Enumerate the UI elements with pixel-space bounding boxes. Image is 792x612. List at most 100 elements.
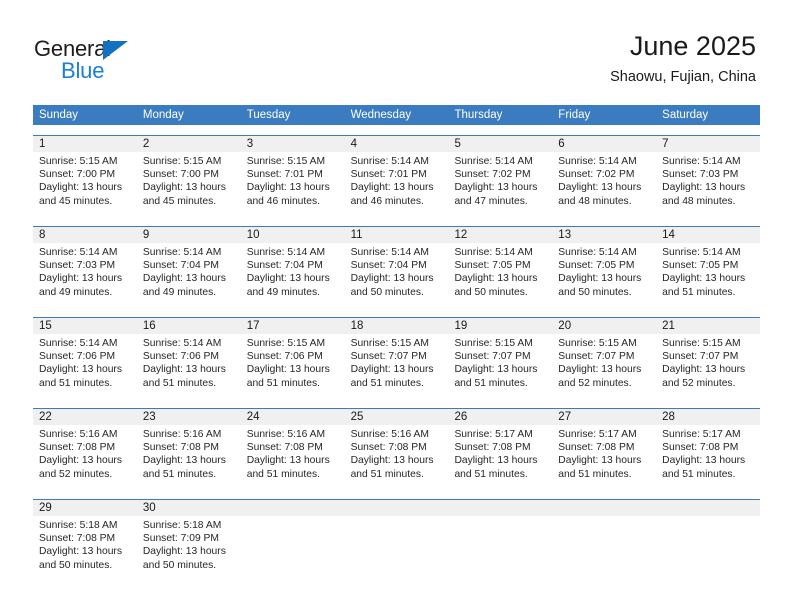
sunset-text: Sunset: 7:04 PM <box>246 260 323 272</box>
day-cell[interactable]: 7 Sunrise: 5:14 AM Sunset: 7:03 PM Dayli… <box>656 136 761 216</box>
day-cell-empty <box>656 500 761 580</box>
day-details: Sunrise: 5:17 AM Sunset: 7:08 PM Dayligh… <box>552 425 656 481</box>
sunrise-text: Sunrise: 5:15 AM <box>558 338 637 349</box>
day-number: 5 <box>448 136 553 152</box>
day-cell[interactable]: 12 Sunrise: 5:14 AM Sunset: 7:05 PM Dayl… <box>448 227 553 307</box>
day-cell[interactable]: 18 Sunrise: 5:15 AM Sunset: 7:07 PM Dayl… <box>344 318 449 398</box>
sunset-text: Sunset: 7:02 PM <box>454 169 531 181</box>
day-cell[interactable]: 13 Sunrise: 5:14 AM Sunset: 7:05 PM Dayl… <box>552 227 657 307</box>
day-cell[interactable]: 2 Sunrise: 5:15 AM Sunset: 7:00 PM Dayli… <box>136 136 241 216</box>
day-cell[interactable]: 26 Sunrise: 5:17 AM Sunset: 7:08 PM Dayl… <box>448 409 553 489</box>
day-cell[interactable]: 24 Sunrise: 5:16 AM Sunset: 7:08 PM Dayl… <box>240 409 345 489</box>
day-cell[interactable]: 17 Sunrise: 5:15 AM Sunset: 7:06 PM Dayl… <box>240 318 345 398</box>
weekday-header-tuesday: Tuesday <box>246 109 291 121</box>
day-cell[interactable]: 6 Sunrise: 5:14 AM Sunset: 7:02 PM Dayli… <box>552 136 657 216</box>
day-details: Sunrise: 5:18 AM Sunset: 7:09 PM Dayligh… <box>137 516 241 572</box>
day-number: 9 <box>136 227 241 243</box>
page-subtitle: Shaowu, Fujian, China <box>610 69 756 85</box>
daylight-text: Daylight: 13 hours and 52 minutes. <box>558 364 642 389</box>
week-row: 8 Sunrise: 5:14 AM Sunset: 7:03 PM Dayli… <box>33 226 761 307</box>
day-details: Sunrise: 5:15 AM Sunset: 7:00 PM Dayligh… <box>137 152 241 208</box>
weekday-header-saturday: Saturday <box>662 109 709 121</box>
weekday-header-row: Sunday Monday Tuesday Wednesday Thursday… <box>33 105 760 125</box>
week-row: 1 Sunrise: 5:15 AM Sunset: 7:00 PM Dayli… <box>33 135 761 216</box>
day-details: Sunrise: 5:16 AM Sunset: 7:08 PM Dayligh… <box>33 425 137 481</box>
day-cell[interactable]: 9 Sunrise: 5:14 AM Sunset: 7:04 PM Dayli… <box>136 227 241 307</box>
day-cell[interactable]: 29 Sunrise: 5:18 AM Sunset: 7:08 PM Dayl… <box>33 500 137 580</box>
day-details: Sunrise: 5:14 AM Sunset: 7:06 PM Dayligh… <box>137 334 241 390</box>
day-cell[interactable]: 27 Sunrise: 5:17 AM Sunset: 7:08 PM Dayl… <box>552 409 657 489</box>
daylight-text: Daylight: 13 hours and 51 minutes. <box>350 455 434 480</box>
sunrise-text: Sunrise: 5:15 AM <box>39 156 118 167</box>
day-cell[interactable]: 20 Sunrise: 5:15 AM Sunset: 7:07 PM Dayl… <box>552 318 657 398</box>
sunrise-text: Sunrise: 5:14 AM <box>350 247 429 258</box>
weekday-header-thursday: Thursday <box>454 109 503 121</box>
day-cell[interactable]: 4 Sunrise: 5:14 AM Sunset: 7:01 PM Dayli… <box>344 136 449 216</box>
sunrise-text: Sunrise: 5:17 AM <box>558 429 637 440</box>
day-number: 13 <box>552 227 657 243</box>
day-number: 25 <box>344 409 449 425</box>
day-details: Sunrise: 5:14 AM Sunset: 7:05 PM Dayligh… <box>448 243 552 299</box>
day-cell-empty <box>240 500 345 580</box>
sunrise-text: Sunrise: 5:15 AM <box>246 156 326 167</box>
day-cell[interactable]: 15 Sunrise: 5:14 AM Sunset: 7:06 PM Dayl… <box>33 318 137 398</box>
sunset-text: Sunset: 7:00 PM <box>39 169 116 181</box>
day-cell[interactable]: 16 Sunrise: 5:14 AM Sunset: 7:06 PM Dayl… <box>136 318 241 398</box>
day-cell[interactable]: 8 Sunrise: 5:14 AM Sunset: 7:03 PM Dayli… <box>33 227 137 307</box>
day-number <box>344 500 449 516</box>
day-number: 27 <box>552 409 657 425</box>
day-number: 22 <box>33 409 137 425</box>
daylight-text: Daylight: 13 hours and 51 minutes. <box>662 455 746 480</box>
day-cell[interactable]: 30 Sunrise: 5:18 AM Sunset: 7:09 PM Dayl… <box>136 500 241 580</box>
day-number: 6 <box>552 136 657 152</box>
day-details: Sunrise: 5:16 AM Sunset: 7:08 PM Dayligh… <box>345 425 449 481</box>
sunset-text: Sunset: 7:07 PM <box>454 351 531 363</box>
sunset-text: Sunset: 7:08 PM <box>142 442 219 454</box>
day-details: Sunrise: 5:14 AM Sunset: 7:02 PM Dayligh… <box>552 152 656 208</box>
day-details: Sunrise: 5:15 AM Sunset: 7:00 PM Dayligh… <box>33 152 137 208</box>
weekday-header-friday: Friday <box>558 109 591 121</box>
day-number: 14 <box>656 227 761 243</box>
week-row: 22 Sunrise: 5:16 AM Sunset: 7:08 PM Dayl… <box>33 408 761 489</box>
sunset-text: Sunset: 7:05 PM <box>662 260 739 272</box>
day-cell[interactable]: 25 Sunrise: 5:16 AM Sunset: 7:08 PM Dayl… <box>344 409 449 489</box>
day-cell[interactable]: 3 Sunrise: 5:15 AM Sunset: 7:01 PM Dayli… <box>240 136 345 216</box>
sunrise-text: Sunrise: 5:18 AM <box>39 520 118 531</box>
day-details: Sunrise: 5:15 AM Sunset: 7:01 PM Dayligh… <box>241 152 345 208</box>
sunset-text: Sunset: 7:07 PM <box>350 351 427 363</box>
sunrise-text: Sunrise: 5:14 AM <box>39 338 118 349</box>
sunset-text: Sunset: 7:01 PM <box>246 169 323 181</box>
sunrise-text: Sunrise: 5:15 AM <box>454 338 533 349</box>
day-cell[interactable]: 22 Sunrise: 5:16 AM Sunset: 7:08 PM Dayl… <box>33 409 137 489</box>
daylight-text: Daylight: 13 hours and 52 minutes. <box>39 455 122 480</box>
day-cell[interactable]: 28 Sunrise: 5:17 AM Sunset: 7:08 PM Dayl… <box>656 409 761 489</box>
day-cell[interactable]: 1 Sunrise: 5:15 AM Sunset: 7:00 PM Dayli… <box>33 136 137 216</box>
daylight-text: Daylight: 13 hours and 52 minutes. <box>662 364 746 389</box>
daylight-text: Daylight: 13 hours and 51 minutes. <box>246 364 330 389</box>
sunrise-text: Sunrise: 5:15 AM <box>350 338 429 349</box>
daylight-text: Daylight: 13 hours and 50 minutes. <box>558 273 642 298</box>
day-number: 24 <box>240 409 345 425</box>
day-cell[interactable]: 19 Sunrise: 5:15 AM Sunset: 7:07 PM Dayl… <box>448 318 553 398</box>
day-number: 29 <box>33 500 137 516</box>
day-details: Sunrise: 5:17 AM Sunset: 7:08 PM Dayligh… <box>448 425 552 481</box>
day-details: Sunrise: 5:16 AM Sunset: 7:08 PM Dayligh… <box>241 425 345 481</box>
sunset-text: Sunset: 7:05 PM <box>558 260 635 272</box>
day-number: 21 <box>656 318 761 334</box>
day-details: Sunrise: 5:17 AM Sunset: 7:08 PM Dayligh… <box>656 425 760 481</box>
day-cell[interactable]: 23 Sunrise: 5:16 AM Sunset: 7:08 PM Dayl… <box>136 409 241 489</box>
day-cell[interactable]: 14 Sunrise: 5:14 AM Sunset: 7:05 PM Dayl… <box>656 227 761 307</box>
day-cell[interactable]: 21 Sunrise: 5:15 AM Sunset: 7:07 PM Dayl… <box>656 318 761 398</box>
day-cell[interactable]: 5 Sunrise: 5:14 AM Sunset: 7:02 PM Dayli… <box>448 136 553 216</box>
sunrise-text: Sunrise: 5:14 AM <box>454 156 533 167</box>
day-cell[interactable]: 11 Sunrise: 5:14 AM Sunset: 7:04 PM Dayl… <box>344 227 449 307</box>
logo-text-general: General <box>34 36 111 61</box>
logo-triangle-icon <box>103 41 128 60</box>
sunset-text: Sunset: 7:08 PM <box>350 442 427 454</box>
sunrise-text: Sunrise: 5:16 AM <box>39 429 118 440</box>
daylight-text: Daylight: 13 hours and 51 minutes. <box>142 455 226 480</box>
sunset-text: Sunset: 7:08 PM <box>454 442 531 454</box>
day-number <box>552 500 657 516</box>
day-cell[interactable]: 10 Sunrise: 5:14 AM Sunset: 7:04 PM Dayl… <box>240 227 345 307</box>
day-cell-empty <box>552 500 657 580</box>
